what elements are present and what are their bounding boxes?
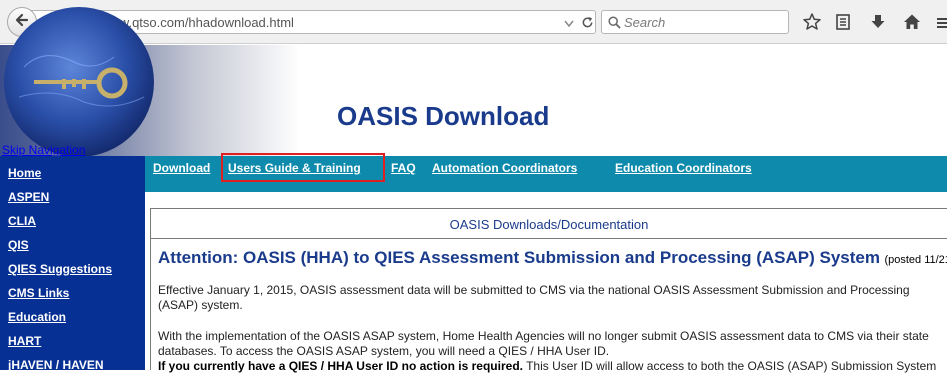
sidebar-item-education[interactable]: Education: [8, 310, 66, 324]
nav-education-coordinators[interactable]: Education Coordinators: [615, 161, 752, 175]
user-id-notice-rest: This User ID will allow access to both t…: [522, 359, 937, 373]
search-bar[interactable]: [601, 10, 789, 34]
sidebar-item-hart[interactable]: HART: [8, 334, 41, 348]
highlight-annotation-box: [221, 153, 385, 182]
home-icon[interactable]: [902, 12, 922, 32]
nav-faq[interactable]: FAQ: [391, 161, 416, 175]
attention-heading: Attention: OASIS (HHA) to QIES Assessmen…: [158, 248, 947, 268]
nav-automation-coordinators[interactable]: Automation Coordinators: [432, 161, 577, 175]
globe-key-logo: [4, 7, 154, 157]
paragraph-effective-date: Effective January 1, 2015, OASIS assessm…: [158, 283, 910, 312]
search-icon: [608, 16, 621, 34]
reload-icon[interactable]: [581, 16, 594, 34]
paragraph-asap-implementation: With the implementation of the OASIS ASA…: [158, 329, 929, 358]
search-input[interactable]: [624, 14, 784, 30]
page-title: OASIS Download: [337, 101, 550, 131]
sidebar-item-cms-links[interactable]: CMS Links: [8, 286, 69, 300]
page-header: OASIS Download Skip Navigation: [0, 7, 947, 157]
user-id-notice-bold: If you currently have a QIES / HHA User …: [158, 359, 523, 373]
posted-date: (posted 11/21/2014): [884, 254, 947, 266]
reading-list-icon[interactable]: [833, 12, 853, 32]
url-dropdown-icon[interactable]: [563, 16, 575, 34]
nav-download[interactable]: Download: [153, 161, 210, 175]
browser-toolbar: https://www.qtso.com/hhadownload.html: [0, 0, 947, 44]
documentation-panel: OASIS Downloads/Documentation Attention:…: [150, 208, 947, 373]
paragraph-user-id: If you currently have a QIES / HHA User …: [158, 359, 938, 374]
skip-navigation-link[interactable]: Skip Navigation: [2, 143, 85, 157]
sidebar-item-qis[interactable]: QIS: [8, 238, 29, 252]
panel-title: OASIS Downloads/Documentation: [449, 217, 649, 232]
attention-title: Attention: OASIS (HHA) to QIES Assessmen…: [158, 248, 880, 267]
left-sidebar: Home ASPEN CLIA QIS QIES Suggestions CMS…: [0, 156, 145, 372]
menu-overflow-icon[interactable]: [934, 12, 947, 32]
sidebar-item-clia[interactable]: CLIA: [8, 214, 36, 228]
download-icon[interactable]: [868, 12, 888, 32]
sidebar-item-qies-suggestions[interactable]: QIES Suggestions: [8, 262, 112, 276]
panel-divider: [151, 238, 947, 239]
sidebar-item-aspen[interactable]: ASPEN: [8, 190, 49, 204]
bookmark-star-icon[interactable]: [802, 12, 822, 32]
sidebar-item-home[interactable]: Home: [8, 166, 41, 180]
